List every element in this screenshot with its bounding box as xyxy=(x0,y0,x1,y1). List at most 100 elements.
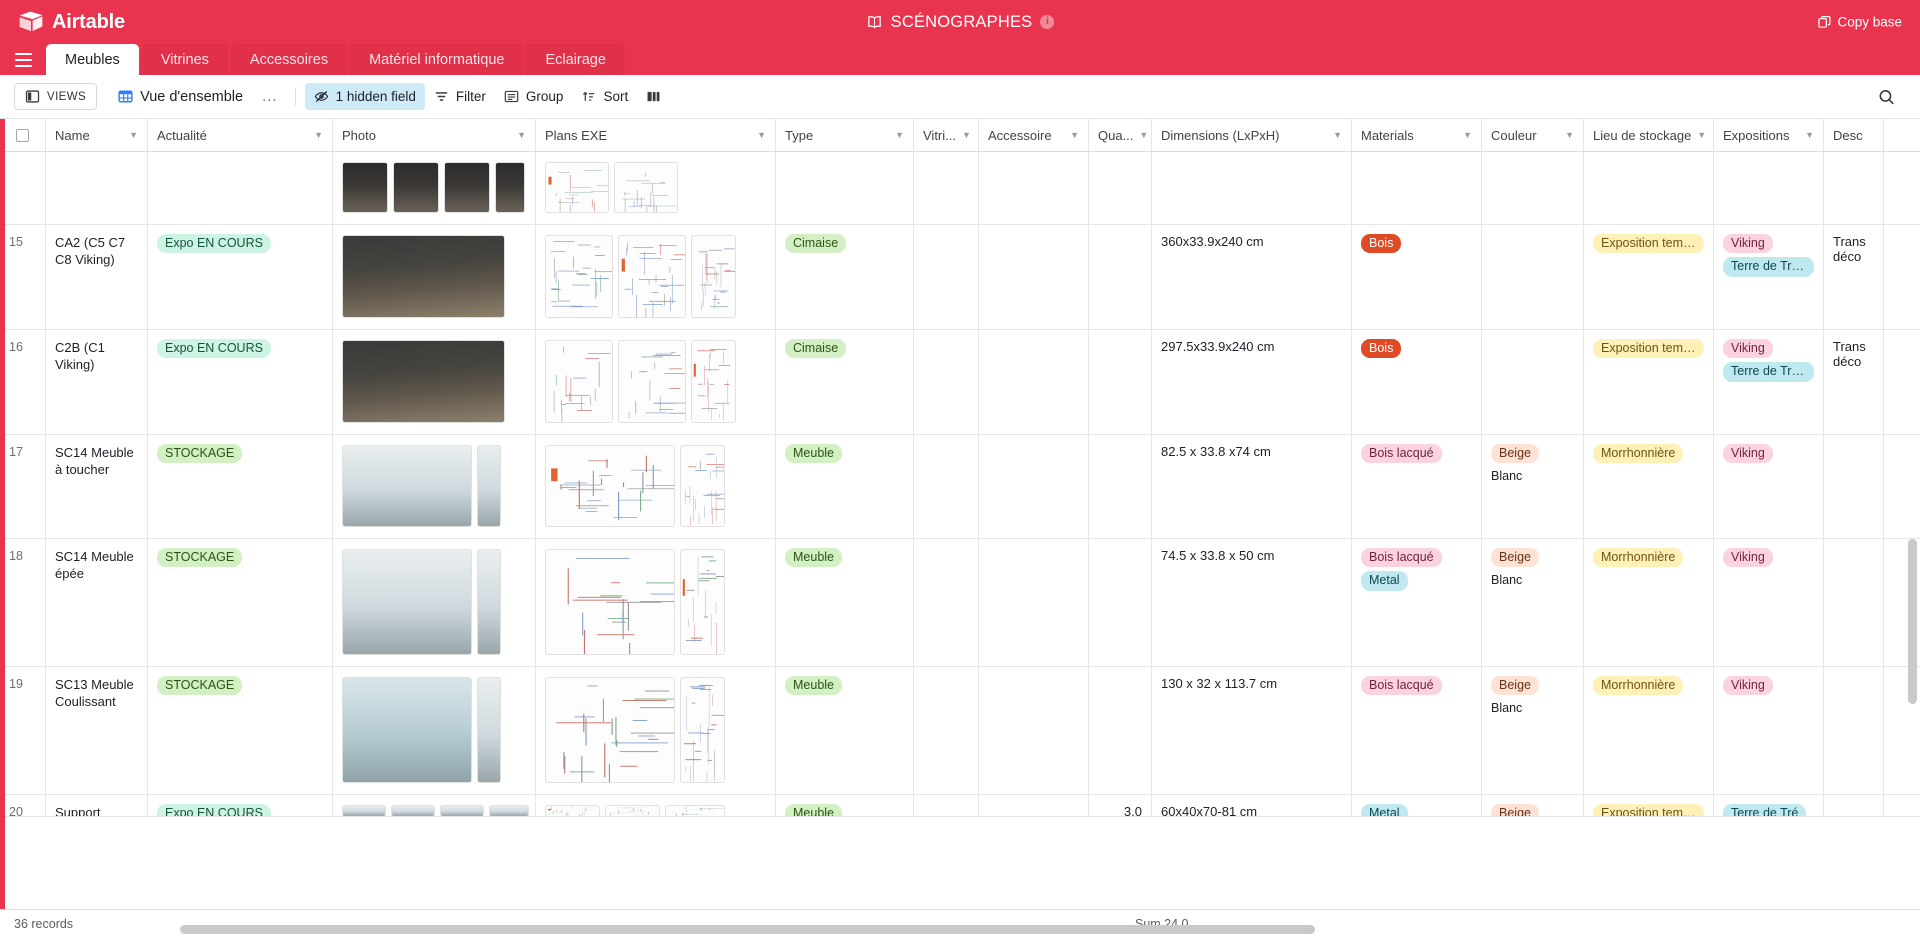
attachment-thumbnail[interactable] xyxy=(342,445,472,527)
cell-description[interactable]: Trans déco xyxy=(1824,330,1884,434)
attachment-thumbnail[interactable] xyxy=(545,162,609,213)
attachment-thumbnail[interactable] xyxy=(691,340,736,423)
cell-expositions[interactable]: Terre de Tré xyxy=(1714,795,1824,816)
cell-type[interactable]: Meuble xyxy=(776,795,914,816)
attachment-thumbnail[interactable] xyxy=(545,445,675,527)
column-header-expositions[interactable]: Expositions▼ xyxy=(1714,119,1824,151)
info-icon[interactable]: i xyxy=(1040,15,1054,29)
attachment-thumbnail[interactable] xyxy=(393,162,439,213)
column-header-vitrine[interactable]: Vitri...▼ xyxy=(914,119,979,151)
table-row[interactable]: 15CA2 (C5 C7 C8 Viking)Expo EN COURSCima… xyxy=(0,225,1920,330)
attachment-thumbnail[interactable] xyxy=(391,805,435,816)
airtable-brand[interactable]: Airtable xyxy=(0,11,125,34)
cell-lieu[interactable]: Exposition tempora... xyxy=(1584,330,1714,434)
horizontal-scrollbar[interactable] xyxy=(180,925,1898,934)
cell-actualite[interactable]: STOCKAGE xyxy=(148,667,333,794)
group-button[interactable]: Group xyxy=(495,83,573,110)
column-header-materials[interactable]: Materials▼ xyxy=(1352,119,1482,151)
attachment-thumbnail[interactable] xyxy=(618,235,686,318)
cell-expositions[interactable] xyxy=(1714,152,1824,224)
attachment-thumbnail[interactable] xyxy=(342,677,472,783)
cell-plans[interactable] xyxy=(536,539,776,666)
attachment-thumbnail[interactable] xyxy=(342,162,388,213)
horizontal-scrollbar-thumb[interactable] xyxy=(180,925,1315,934)
cell-photo[interactable] xyxy=(333,795,536,816)
cell-materials[interactable]: Bois lacqué xyxy=(1352,667,1482,794)
column-header-type[interactable]: Type▼ xyxy=(776,119,914,151)
column-header-plans[interactable]: Plans EXE▼ xyxy=(536,119,776,151)
cell-accessoire[interactable] xyxy=(979,539,1089,666)
cell-photo[interactable] xyxy=(333,435,536,538)
attachment-thumbnail[interactable] xyxy=(680,445,725,527)
cell-couleur[interactable]: BeigeBlanc xyxy=(1482,539,1584,666)
select-all-checkbox[interactable] xyxy=(16,129,29,142)
attachment-thumbnail[interactable] xyxy=(605,805,660,816)
cell-plans[interactable] xyxy=(536,225,776,329)
cell-description[interactable] xyxy=(1824,667,1884,794)
attachment-thumbnail[interactable] xyxy=(477,549,501,655)
table-row[interactable] xyxy=(0,152,1920,225)
row-height-button[interactable] xyxy=(637,83,670,110)
column-header-couleur[interactable]: Couleur▼ xyxy=(1482,119,1584,151)
cell-name[interactable]: CA2 (C5 C7 C8 Viking) xyxy=(46,225,148,329)
cell-quantite[interactable] xyxy=(1089,539,1152,666)
cell-materials[interactable]: Bois xyxy=(1352,225,1482,329)
column-header-actualite[interactable]: Actualité▼ xyxy=(148,119,333,151)
cell-name[interactable] xyxy=(46,152,148,224)
cell-lieu[interactable]: Morrhonnière xyxy=(1584,435,1714,538)
cell-checkbox[interactable]: 16 xyxy=(0,330,46,434)
cell-actualite[interactable] xyxy=(148,152,333,224)
column-header-dimensions[interactable]: Dimensions (LxPxH)▼ xyxy=(1152,119,1352,151)
cell-photo[interactable] xyxy=(333,667,536,794)
cell-accessoire[interactable] xyxy=(979,330,1089,434)
sort-button[interactable]: Sort xyxy=(572,83,637,110)
attachment-thumbnail[interactable] xyxy=(477,445,501,527)
cell-lieu[interactable] xyxy=(1584,152,1714,224)
cell-materials[interactable]: Bois lacqué xyxy=(1352,435,1482,538)
attachment-thumbnail[interactable] xyxy=(489,805,529,816)
tab-meubles[interactable]: Meubles xyxy=(46,44,139,75)
attachment-thumbnail[interactable] xyxy=(342,340,505,423)
attachment-thumbnail[interactable] xyxy=(477,677,501,783)
column-header-checkbox[interactable] xyxy=(0,119,46,151)
chevron-down-icon[interactable]: ▼ xyxy=(1463,130,1472,140)
cell-couleur[interactable]: Beige xyxy=(1482,795,1584,816)
chevron-down-icon[interactable]: ▼ xyxy=(1333,130,1342,140)
attachment-thumbnail[interactable] xyxy=(691,235,736,318)
cell-accessoire[interactable] xyxy=(979,795,1089,816)
cell-couleur[interactable]: BeigeBlanc xyxy=(1482,667,1584,794)
cell-quantite[interactable] xyxy=(1089,330,1152,434)
cell-actualite[interactable]: Expo EN COURS xyxy=(148,330,333,434)
cell-name[interactable]: SC13 Meuble Coulissant xyxy=(46,667,148,794)
cell-materials[interactable]: MetalBois xyxy=(1352,795,1482,816)
attachment-thumbnail[interactable] xyxy=(444,162,490,213)
cell-accessoire[interactable] xyxy=(979,225,1089,329)
cell-accessoire[interactable] xyxy=(979,435,1089,538)
cell-type[interactable]: Meuble xyxy=(776,435,914,538)
current-view-button[interactable]: Vue d'ensemble xyxy=(109,83,254,110)
cell-actualite[interactable]: STOCKAGE xyxy=(148,539,333,666)
filter-button[interactable]: Filter xyxy=(425,83,495,110)
cell-name[interactable]: C2B (C1 Viking) xyxy=(46,330,148,434)
cell-couleur[interactable] xyxy=(1482,330,1584,434)
attachment-thumbnail[interactable] xyxy=(545,805,600,816)
cell-expositions[interactable]: Viking xyxy=(1714,435,1824,538)
cell-accessoire[interactable] xyxy=(979,667,1089,794)
cell-couleur[interactable] xyxy=(1482,225,1584,329)
cell-description[interactable] xyxy=(1824,435,1884,538)
table-row[interactable]: 18SC14 Meuble épéeSTOCKAGEMeuble74.5 x 3… xyxy=(0,539,1920,667)
cell-couleur[interactable] xyxy=(1482,152,1584,224)
column-header-quantite[interactable]: Qua...▼ xyxy=(1089,119,1152,151)
cell-vitrine[interactable] xyxy=(914,330,979,434)
cell-materials[interactable] xyxy=(1352,152,1482,224)
cell-plans[interactable] xyxy=(536,795,776,816)
cell-checkbox[interactable]: 18 xyxy=(0,539,46,666)
attachment-thumbnail[interactable] xyxy=(545,677,675,783)
chevron-down-icon[interactable]: ▼ xyxy=(314,130,323,140)
tab-eclairage[interactable]: Eclairage xyxy=(526,44,624,75)
cell-name[interactable]: SC14 Meuble à toucher xyxy=(46,435,148,538)
cell-type[interactable] xyxy=(776,152,914,224)
cell-dimensions[interactable]: 130 x 32 x 113.7 cm xyxy=(1152,667,1352,794)
attachment-thumbnail[interactable] xyxy=(342,549,472,655)
cell-description[interactable] xyxy=(1824,795,1884,816)
